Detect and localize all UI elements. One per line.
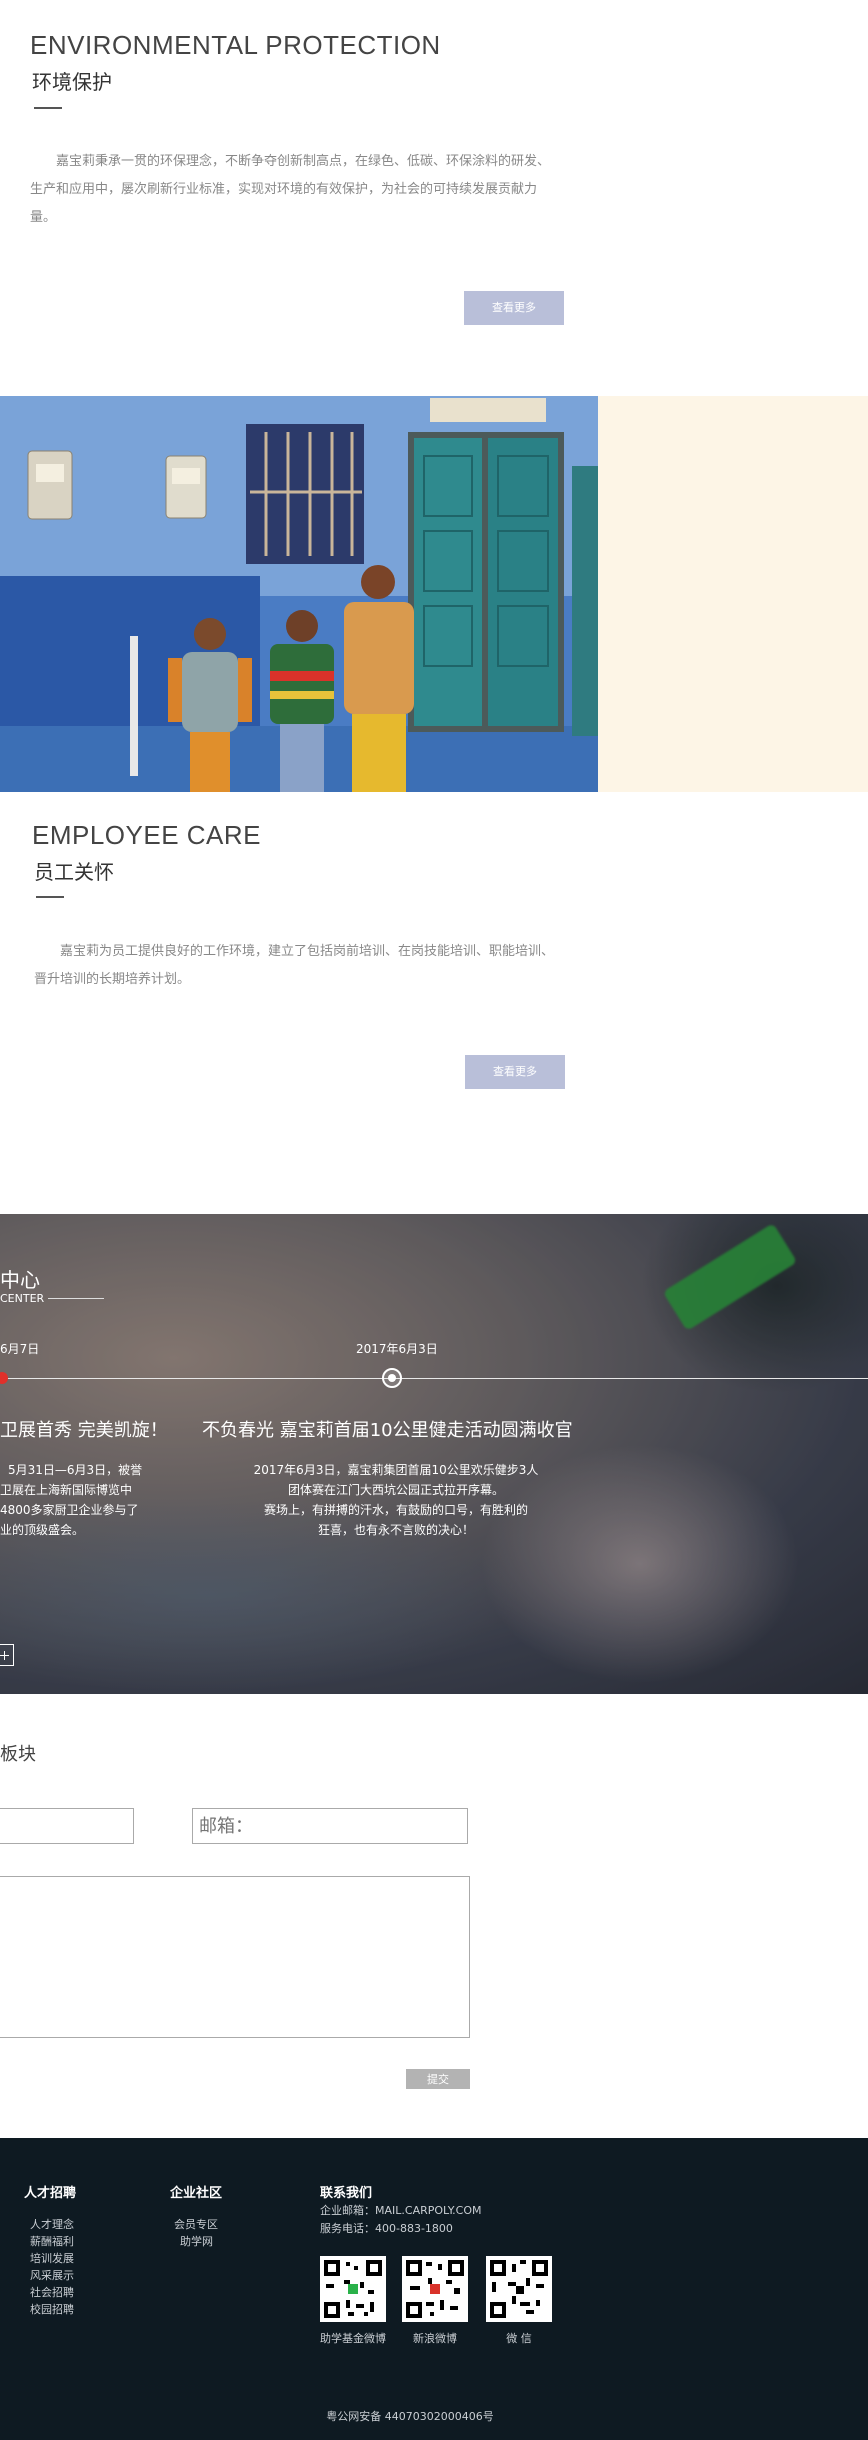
footer-link[interactable]: 薪酬福利 [30, 2233, 74, 2250]
news-plus-icon[interactable] [0, 1644, 14, 1666]
employee-body-text: 嘉宝莉为员工提供良好的工作环境，建立了包括岗前培训、在岗技能培训、职能培训、晋升… [34, 944, 555, 987]
footer-email[interactable]: 企业邮箱：MAIL.CARPOLY.COM [320, 2202, 482, 2219]
employee-en-title: EMPLOYEE CARE [32, 820, 262, 850]
footer-link[interactable]: 助学网 [174, 2233, 218, 2250]
employee-title-dash [36, 896, 64, 898]
news-left-excerpt: 5月31日—6月3日，被誉 卫展在上海新国际博览中 4800多家厨卫企业参与了 … [0, 1463, 143, 1537]
employee-more-button[interactable]: 查看更多 [465, 1055, 565, 1089]
env-more-button[interactable]: 查看更多 [464, 291, 564, 325]
name-input[interactable] [0, 1809, 133, 1843]
timeline-date-left[interactable]: 6月7日 [0, 1340, 39, 1357]
email-field[interactable] [192, 1808, 468, 1844]
news-section-title: 中心 [0, 1268, 40, 1292]
qr-code-icon[interactable] [320, 2256, 386, 2322]
footer-col3-title: 联系我们 [320, 2186, 373, 2201]
email-input[interactable] [193, 1809, 467, 1843]
timeline-line [0, 1378, 868, 1379]
footer-link[interactable]: 社会招聘 [30, 2284, 74, 2301]
footer: 人才招聘 人才理念 薪酬福利 培训发展 风采展示 社会招聘 校园招聘 企业社区 … [0, 2138, 868, 2440]
name-field[interactable] [0, 1808, 134, 1844]
footer-col2-title: 企业社区 [170, 2186, 223, 2201]
timeline-dot-mid[interactable] [382, 1368, 402, 1388]
news-title-line [48, 1298, 104, 1299]
footer-link[interactable]: 校园招聘 [30, 2301, 74, 2318]
form-section-title: 板块 [0, 1744, 36, 1765]
footer-link[interactable]: 风采展示 [30, 2267, 74, 2284]
qr-caption: 助学基金微博 [320, 2332, 386, 2345]
footer-col1-title: 人才招聘 [24, 2186, 77, 2201]
qr-code-icon[interactable] [402, 2256, 468, 2322]
qr-code-icon[interactable] [486, 2256, 552, 2322]
footer-link[interactable]: 会员专区 [174, 2216, 218, 2233]
env-en-title: ENVIRONMENTAL PROTECTION [30, 30, 441, 60]
footer-phone: 服务电话：400-883-1800 [320, 2222, 453, 2235]
news-center-section: 中心 CENTER 6月7日 2017年6月3日 卫展首秀 完美凯旋！ 5月31… [0, 1214, 868, 1694]
submit-button[interactable]: 提交 [406, 2069, 470, 2089]
news-section-sub: CENTER [0, 1292, 45, 1305]
footer-icp[interactable]: 粤公网安备 44070302000406号 [0, 2408, 820, 2425]
employee-cn-title: 员工关怀 [34, 860, 114, 884]
news-mid-excerpt: 2017年6月3日，嘉宝莉集团首届10公里欢乐健步3人 团体赛在江门大西坑公园正… [253, 1463, 539, 1537]
env-cn-title: 环境保护 [32, 70, 112, 94]
footer-col1-links: 人才理念 薪酬福利 培训发展 风采展示 社会招聘 校园招聘 [30, 2216, 74, 2318]
message-textarea[interactable] [0, 1876, 470, 2038]
qr-caption: 微 信 [506, 2332, 532, 2345]
cream-panel [598, 396, 868, 792]
qr-caption: 新浪微博 [413, 2332, 457, 2345]
timeline-date-mid[interactable]: 2017年6月3日 [356, 1340, 438, 1357]
news-left-title[interactable]: 卫展首秀 完美凯旋！ [0, 1416, 168, 1442]
footer-link[interactable]: 培训发展 [30, 2250, 74, 2267]
footer-link[interactable]: 人才理念 [30, 2216, 74, 2233]
env-body-text: 嘉宝莉秉承一贯的环保理念，不断争夺创新制高点，在绿色、低碳、环保涂料的研发、生产… [30, 154, 551, 225]
env-title-dash [34, 107, 62, 109]
footer-col2-links: 会员专区 助学网 [174, 2216, 218, 2250]
news-mid-title[interactable]: 不负春光 嘉宝莉首届10公里健走活动圆满收官 [202, 1416, 573, 1442]
children-photo [0, 396, 598, 792]
